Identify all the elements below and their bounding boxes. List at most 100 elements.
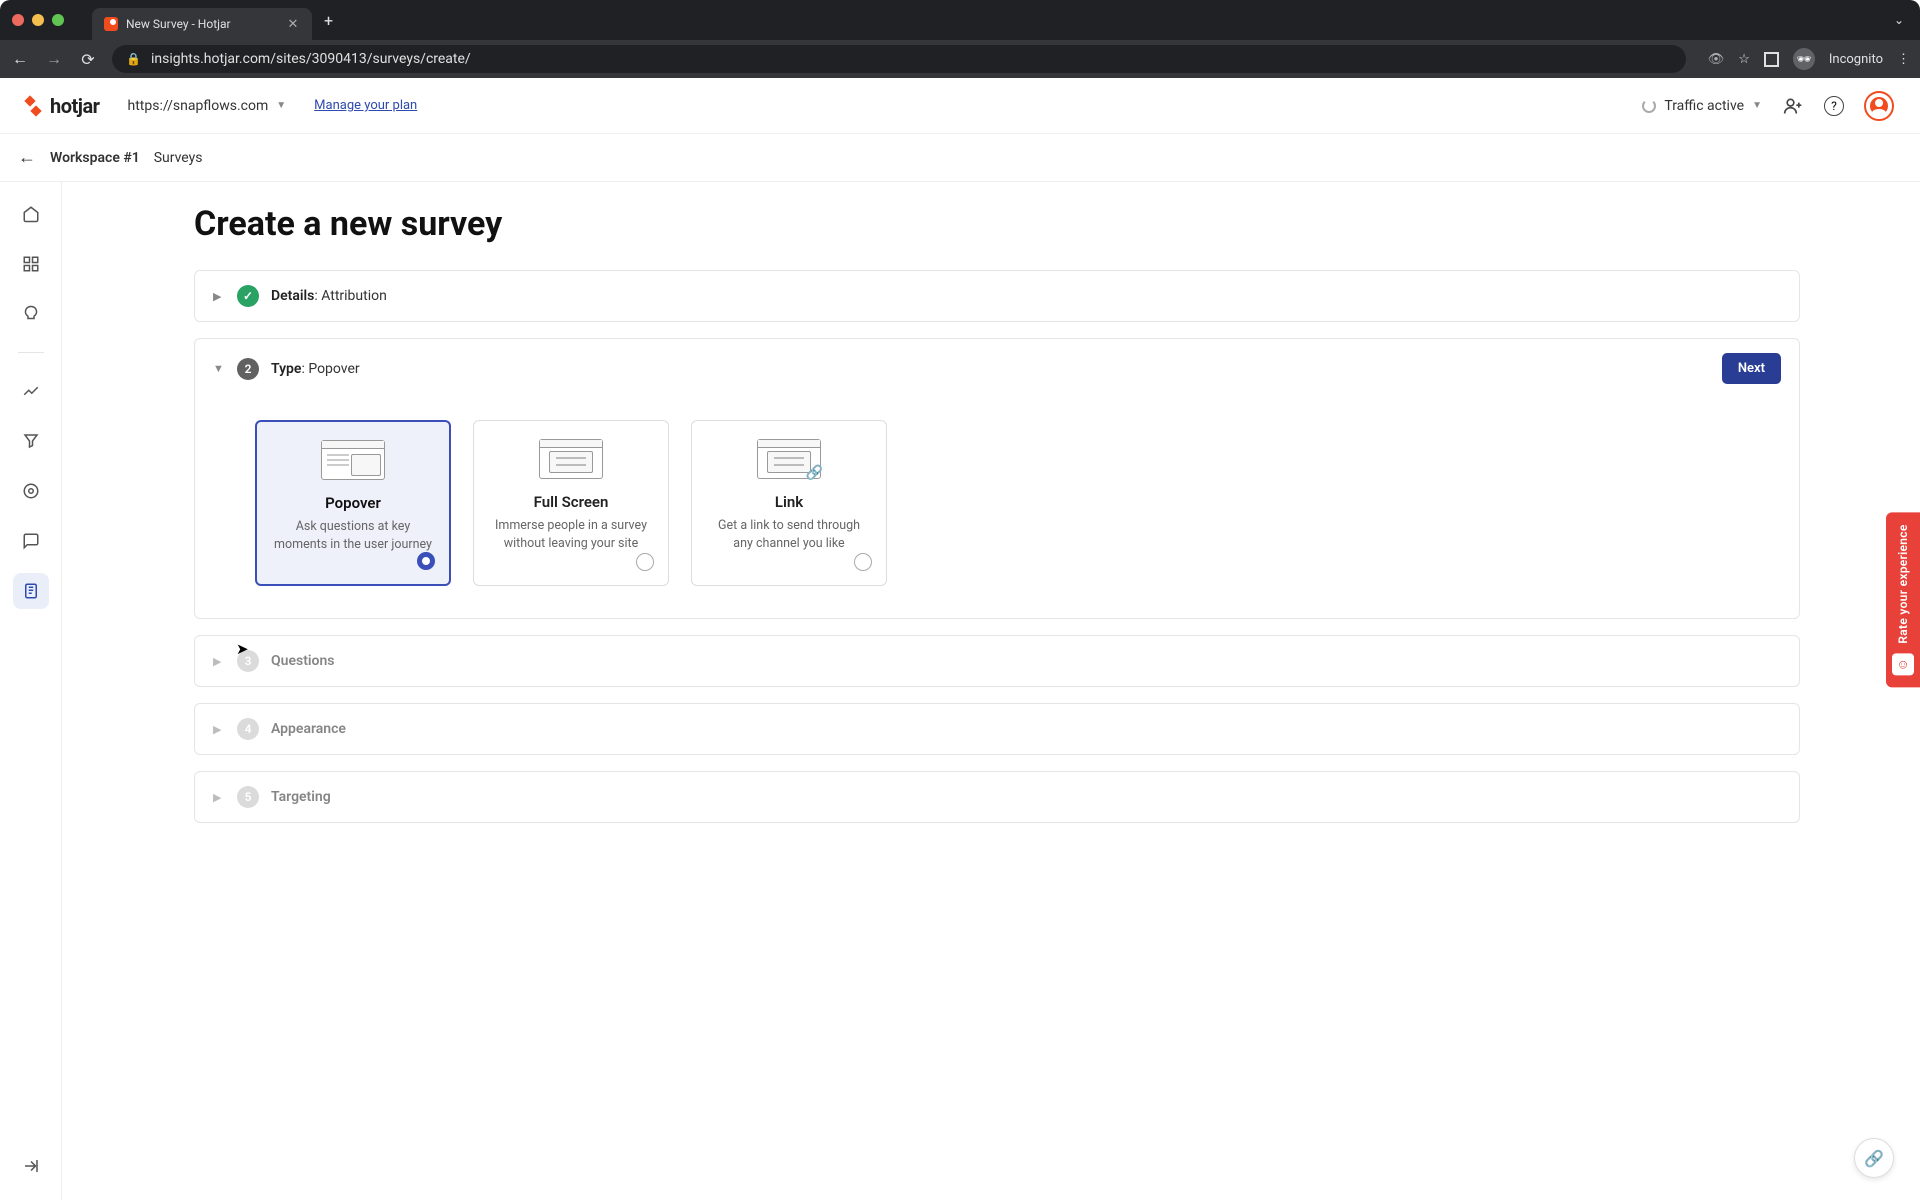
radio-unselected-icon[interactable] <box>636 553 654 571</box>
step-appearance: ▶ 4 Appearance <box>194 703 1800 755</box>
app-body: Create a new survey ▶ ✓ Details: Attribu… <box>0 182 1920 1200</box>
nav-home-icon[interactable] <box>13 196 49 232</box>
window-close-button[interactable] <box>12 14 24 26</box>
browser-menu-button[interactable]: ⋮ <box>1897 52 1910 67</box>
caret-down-icon: ▼ <box>276 100 286 111</box>
site-dropdown[interactable]: https://snapflows.com ▼ <box>128 98 287 114</box>
chevron-right-icon: ▶ <box>213 723 225 736</box>
popover-illustration <box>321 440 385 480</box>
tab-title: New Survey - Hotjar <box>126 17 278 31</box>
site-dropdown-label: https://snapflows.com <box>128 98 269 114</box>
step-appearance-header[interactable]: ▶ 4 Appearance <box>195 704 1799 754</box>
invite-user-button[interactable] <box>1782 95 1804 117</box>
window-zoom-button[interactable] <box>52 14 64 26</box>
window-minimize-button[interactable] <box>32 14 44 26</box>
page-title: Create a new survey <box>194 204 1800 244</box>
logo-text: hotjar <box>50 94 100 118</box>
caret-down-icon: ▼ <box>1752 100 1762 111</box>
nav-funnels-icon[interactable] <box>13 423 49 459</box>
nav-highlights-icon[interactable] <box>13 296 49 332</box>
window-traffic-lights <box>12 14 64 26</box>
bookmark-star-icon[interactable]: ☆ <box>1738 52 1750 67</box>
step-done-check-icon: ✓ <box>237 285 259 307</box>
fullscreen-illustration <box>539 439 603 479</box>
link-badge-icon: 🔗 <box>806 465 823 481</box>
help-button[interactable]: ? <box>1824 96 1844 116</box>
logo[interactable]: hotjar <box>26 94 100 118</box>
step-appearance-title: Appearance <box>271 721 346 737</box>
incognito-icon: 🕶 <box>1793 48 1815 70</box>
radio-selected-icon[interactable] <box>417 552 435 570</box>
nav-recordings-icon[interactable] <box>13 473 49 509</box>
lock-icon: 🔒 <box>126 52 141 66</box>
type-option-desc: Ask questions at key moments in the user… <box>273 518 433 568</box>
step-details: ▶ ✓ Details: Attribution <box>194 270 1800 322</box>
eye-off-icon[interactable]: 👁 <box>1708 52 1725 67</box>
avatar-button[interactable] <box>1864 91 1894 121</box>
type-option-name: Full Screen <box>490 493 652 511</box>
type-option-popover[interactable]: Popover Ask questions at key moments in … <box>255 420 451 586</box>
chevron-down-icon: ▼ <box>213 362 225 375</box>
tab-overflow-button[interactable]: ⌄ <box>1894 13 1904 27</box>
step-questions: ▶ 3 Questions <box>194 635 1800 687</box>
type-option-link[interactable]: 🔗 Link Get a link to send through any ch… <box>691 420 887 586</box>
breadcrumb-bar: ← Workspace #1 Surveys <box>0 134 1920 182</box>
nav-reload-button[interactable]: ⟳ <box>78 49 98 69</box>
type-option-desc: Immerse people in a survey without leavi… <box>490 517 652 567</box>
logo-mark-icon <box>26 97 44 115</box>
step-targeting-header[interactable]: ▶ 5 Targeting <box>195 772 1799 822</box>
type-option-desc: Get a link to send through any channel y… <box>708 517 870 567</box>
breadcrumb-workspace[interactable]: Workspace #1 <box>50 150 140 166</box>
breadcrumb-section[interactable]: Surveys <box>154 150 203 166</box>
step-type: ▼ 2 Type: Popover Next Popover Ask quest… <box>194 338 1800 619</box>
spinner-icon <box>1642 99 1656 113</box>
nav-feedback-icon[interactable] <box>13 523 49 559</box>
content-area: Create a new survey ▶ ✓ Details: Attribu… <box>62 182 1920 1200</box>
step-number-badge: 2 <box>237 358 259 380</box>
radio-unselected-icon[interactable] <box>854 553 872 571</box>
browser-tab[interactable]: New Survey - Hotjar ✕ <box>92 8 312 40</box>
new-tab-button[interactable]: + <box>324 11 333 30</box>
rate-experience-label: Rate your experience <box>1896 524 1910 643</box>
extensions-icon[interactable] <box>1764 52 1779 67</box>
rail-divider <box>18 352 44 353</box>
address-bar[interactable]: 🔒 insights.hotjar.com/sites/3090413/surv… <box>112 45 1686 73</box>
step-details-title: Details: Attribution <box>271 288 387 304</box>
step-details-header[interactable]: ▶ ✓ Details: Attribution <box>195 271 1799 321</box>
app-header: hotjar https://snapflows.com ▼ Manage yo… <box>0 78 1920 134</box>
step-type-title: Type: Popover <box>271 361 360 377</box>
nav-trends-icon[interactable] <box>13 373 49 409</box>
breadcrumb-back-button[interactable]: ← <box>18 147 36 168</box>
nav-back-button[interactable]: ← <box>10 49 30 69</box>
step-type-header[interactable]: ▼ 2 Type: Popover Next <box>195 339 1799 398</box>
nav-surveys-icon[interactable] <box>13 573 49 609</box>
chevron-right-icon: ▶ <box>213 290 225 303</box>
avatar-icon <box>1870 97 1888 115</box>
type-option-name: Link <box>708 493 870 511</box>
feedback-smile-icon: ☺ <box>1892 654 1914 676</box>
tab-close-button[interactable]: ✕ <box>286 17 300 31</box>
manage-plan-link[interactable]: Manage your plan <box>314 98 417 113</box>
link-icon: 🔗 <box>1864 1149 1884 1168</box>
url-text: insights.hotjar.com/sites/3090413/survey… <box>151 51 471 67</box>
step-questions-title: Questions <box>271 653 334 669</box>
share-link-fab[interactable]: 🔗 <box>1854 1138 1894 1178</box>
step-targeting: ▶ 5 Targeting <box>194 771 1800 823</box>
traffic-status-label: Traffic active <box>1664 98 1744 114</box>
chevron-right-icon: ▶ <box>213 655 225 668</box>
step-questions-header[interactable]: ▶ 3 Questions <box>195 636 1799 686</box>
step-targeting-title: Targeting <box>271 789 331 805</box>
type-option-fullscreen[interactable]: Full Screen Immerse people in a survey w… <box>473 420 669 586</box>
step-number-badge: 5 <box>237 786 259 808</box>
nav-forward-button[interactable]: → <box>44 49 64 69</box>
type-options-row: Popover Ask questions at key moments in … <box>195 398 1799 618</box>
next-button[interactable]: Next <box>1722 353 1781 384</box>
nav-dashboard-icon[interactable] <box>13 246 49 282</box>
browser-tab-strip: New Survey - Hotjar ✕ + ⌄ <box>0 0 1920 40</box>
tab-favicon-icon <box>104 17 118 31</box>
rate-experience-tab[interactable]: Rate your experience ☺ <box>1886 512 1920 687</box>
rail-expand-button[interactable] <box>13 1148 49 1184</box>
traffic-status-dropdown[interactable]: Traffic active ▼ <box>1642 98 1762 114</box>
side-rail <box>0 182 62 1200</box>
header-right: Traffic active ▼ ? <box>1642 91 1894 121</box>
